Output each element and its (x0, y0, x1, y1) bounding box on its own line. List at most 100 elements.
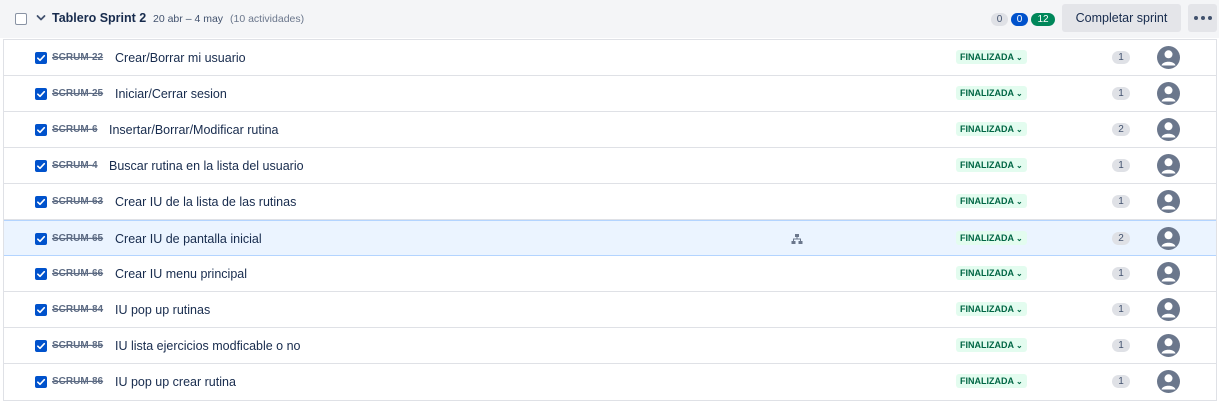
complete-sprint-button[interactable]: Completar sprint (1062, 4, 1181, 32)
issue-key[interactable]: SCRUM-85 (52, 340, 103, 351)
issue-row[interactable]: SCRUM-22 Crear/Borrar mi usuario FINALIZ… (4, 40, 1216, 76)
story-points-badge: 1 (1112, 51, 1130, 64)
status-dropdown[interactable]: FINALIZADA ⌄ (956, 194, 1027, 208)
issue-type-checkbox-icon (35, 233, 47, 245)
status-dropdown[interactable]: FINALIZADA ⌄ (956, 266, 1027, 280)
more-dots-icon (1201, 16, 1205, 20)
story-points-badge: 1 (1112, 87, 1130, 100)
user-icon (1161, 158, 1176, 174)
status-label: FINALIZADA (960, 196, 1014, 206)
issue-key[interactable]: SCRUM-6 (52, 124, 98, 135)
status-dropdown[interactable]: FINALIZADA ⌄ (956, 50, 1027, 64)
chevron-down-icon: ⌄ (1016, 269, 1023, 278)
user-icon (1161, 266, 1176, 282)
chevron-down-icon: ⌄ (1016, 234, 1023, 243)
issue-summary[interactable]: Insertar/Borrar/Modificar rutina (109, 123, 279, 137)
issue-row[interactable]: SCRUM-4 Buscar rutina en la lista del us… (4, 148, 1216, 184)
status-label: FINALIZADA (960, 52, 1014, 62)
user-icon (1161, 194, 1176, 210)
status-dropdown[interactable]: FINALIZADA ⌄ (956, 86, 1027, 100)
issue-type-checkbox-icon (35, 160, 47, 172)
issue-key[interactable]: SCRUM-84 (52, 304, 103, 315)
story-points-badge: 1 (1112, 303, 1130, 316)
chevron-down-icon: ⌄ (1016, 53, 1023, 62)
sprint-select-checkbox[interactable] (15, 13, 27, 25)
issue-key[interactable]: SCRUM-4 (52, 160, 98, 171)
more-actions-button[interactable] (1188, 4, 1217, 32)
assignee-avatar[interactable] (1157, 334, 1180, 357)
sprint-activity-count: (10 actividades) (230, 13, 305, 25)
assignee-avatar[interactable] (1157, 118, 1180, 141)
user-icon (1161, 374, 1176, 390)
issue-summary[interactable]: Crear/Borrar mi usuario (115, 51, 246, 65)
status-dropdown[interactable]: FINALIZADA ⌄ (956, 302, 1027, 316)
status-label: FINALIZADA (960, 304, 1014, 314)
issue-row[interactable]: SCRUM-25 Iniciar/Cerrar sesion FINALIZAD… (4, 76, 1216, 112)
hierarchy-icon[interactable] (791, 233, 803, 245)
todo-count-badge: 0 (991, 13, 1008, 26)
status-dropdown[interactable]: FINALIZADA ⌄ (956, 231, 1027, 245)
assignee-avatar[interactable] (1157, 370, 1180, 393)
in-progress-count-badge: 0 (1011, 13, 1028, 26)
issue-row[interactable]: SCRUM-86 IU pop up crear rutina FINALIZA… (4, 364, 1216, 400)
issue-row[interactable]: SCRUM-63 Crear IU de la lista de las rut… (4, 184, 1216, 220)
assignee-avatar[interactable] (1157, 154, 1180, 177)
assignee-avatar[interactable] (1157, 82, 1180, 105)
chevron-down-icon[interactable] (35, 12, 47, 24)
issue-row[interactable]: SCRUM-84 IU pop up rutinas FINALIZADA ⌄ 1 (4, 292, 1216, 328)
assignee-avatar[interactable] (1157, 190, 1180, 213)
issue-row[interactable]: SCRUM-65 Crear IU de pantalla inicial FI… (4, 220, 1216, 256)
issue-key[interactable]: SCRUM-86 (52, 376, 103, 387)
issue-row[interactable]: SCRUM-66 Crear IU menu principal FINALIZ… (4, 256, 1216, 292)
issue-type-checkbox-icon (35, 268, 47, 280)
chevron-down-icon: ⌄ (1016, 125, 1023, 134)
issue-key[interactable]: SCRUM-25 (52, 88, 103, 99)
issue-key[interactable]: SCRUM-66 (52, 268, 103, 279)
story-points-badge: 2 (1112, 232, 1130, 245)
issue-summary[interactable]: Iniciar/Cerrar sesion (115, 87, 227, 101)
user-icon (1161, 231, 1176, 247)
issue-type-checkbox-icon (35, 52, 47, 64)
chevron-down-icon: ⌄ (1016, 197, 1023, 206)
status-dropdown[interactable]: FINALIZADA ⌄ (956, 158, 1027, 172)
issue-row[interactable]: SCRUM-85 IU lista ejercicios modficable … (4, 328, 1216, 364)
story-points-badge: 2 (1112, 123, 1130, 136)
issue-summary[interactable]: Crear IU menu principal (115, 267, 247, 281)
issue-row[interactable]: SCRUM-6 Insertar/Borrar/Modificar rutina… (4, 112, 1216, 148)
chevron-down-icon: ⌄ (1016, 305, 1023, 314)
chevron-down-icon: ⌄ (1016, 161, 1023, 170)
assignee-avatar[interactable] (1157, 46, 1180, 69)
sprint-title[interactable]: Tablero Sprint 2 (52, 11, 146, 25)
status-dropdown[interactable]: FINALIZADA ⌄ (956, 122, 1027, 136)
issue-key[interactable]: SCRUM-65 (52, 233, 103, 244)
more-dots-icon (1208, 16, 1212, 20)
issue-summary[interactable]: Buscar rutina en la lista del usuario (109, 159, 304, 173)
status-label: FINALIZADA (960, 376, 1014, 386)
issue-summary[interactable]: Crear IU de pantalla inicial (115, 232, 262, 246)
user-icon (1161, 86, 1176, 102)
sprint-dates: 20 abr – 4 may (153, 13, 224, 25)
user-icon (1161, 122, 1176, 138)
issue-summary[interactable]: Crear IU de la lista de las rutinas (115, 195, 296, 209)
issue-key[interactable]: SCRUM-22 (52, 52, 103, 63)
status-label: FINALIZADA (960, 124, 1014, 134)
issue-key[interactable]: SCRUM-63 (52, 196, 103, 207)
assignee-avatar[interactable] (1157, 227, 1180, 250)
status-label: FINALIZADA (960, 340, 1014, 350)
more-dots-icon (1194, 16, 1198, 20)
issue-summary[interactable]: IU pop up rutinas (115, 303, 210, 317)
issue-summary[interactable]: IU pop up crear rutina (115, 375, 236, 389)
issue-type-checkbox-icon (35, 124, 47, 136)
status-label: FINALIZADA (960, 160, 1014, 170)
sprint-header: Tablero Sprint 2 20 abr – 4 may (10 acti… (0, 0, 1219, 38)
user-icon (1161, 50, 1176, 66)
status-dropdown[interactable]: FINALIZADA ⌄ (956, 338, 1027, 352)
issue-type-checkbox-icon (35, 88, 47, 100)
assignee-avatar[interactable] (1157, 262, 1180, 285)
issue-type-checkbox-icon (35, 376, 47, 388)
status-dropdown[interactable]: FINALIZADA ⌄ (956, 374, 1027, 388)
issue-summary[interactable]: IU lista ejercicios modficable o no (115, 339, 301, 353)
story-points-badge: 1 (1112, 267, 1130, 280)
assignee-avatar[interactable] (1157, 298, 1180, 321)
story-points-badge: 1 (1112, 339, 1130, 352)
